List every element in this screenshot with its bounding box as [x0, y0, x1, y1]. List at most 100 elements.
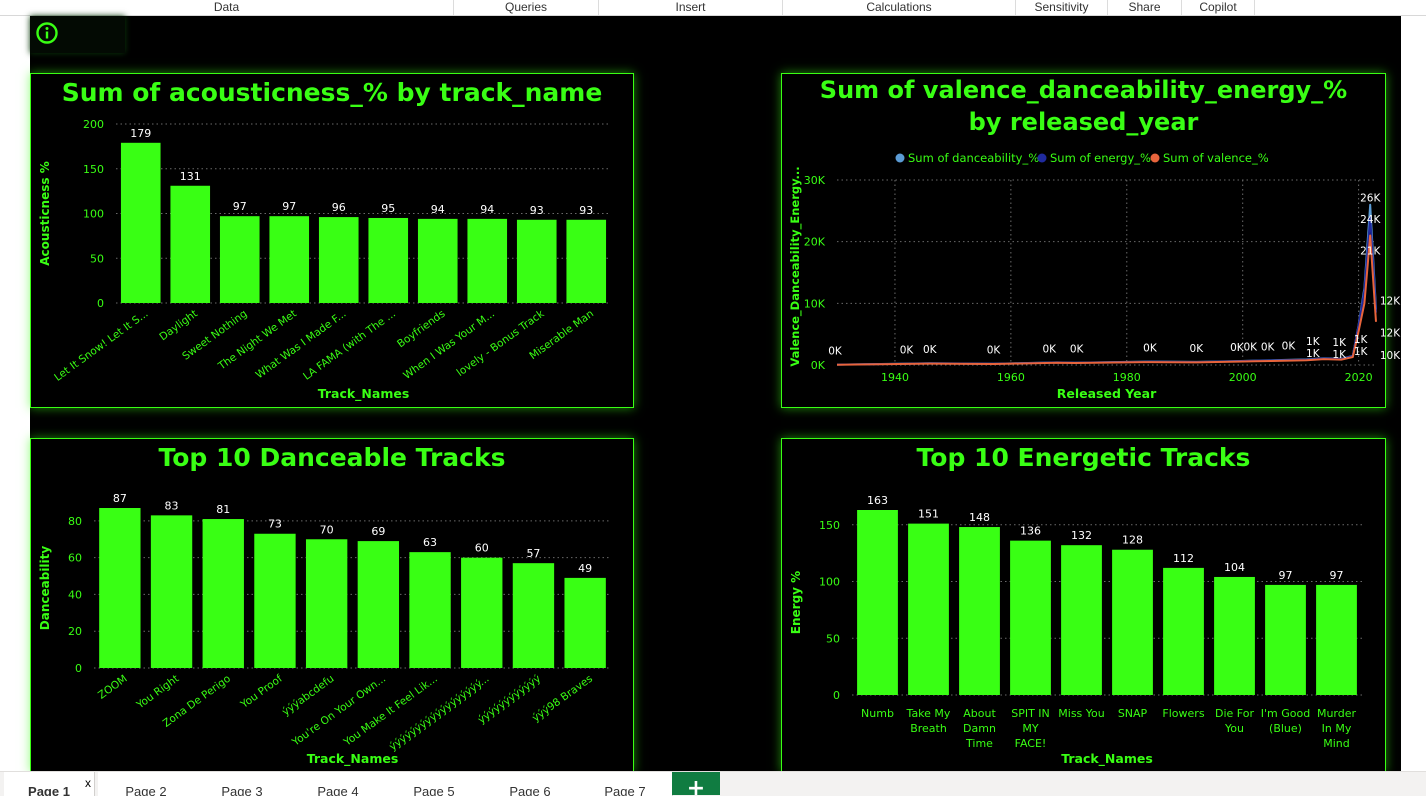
- tab-page-5[interactable]: Page 5: [386, 772, 483, 796]
- x-tick-label: ZOOM: [96, 673, 130, 702]
- data-label: 1K: [1306, 348, 1321, 360]
- bar: [150, 515, 193, 668]
- legend-label: Sum of valence_%: [1163, 151, 1269, 165]
- bar: [564, 577, 606, 668]
- data-label: 132: [1071, 529, 1092, 542]
- valence-danceability-energy-panel[interactable]: Sum of valence_danceability_energy_% by …: [781, 73, 1401, 408]
- danceable-bar-chart: 02040608087ZOOM83You Right81Zona De Peri…: [38, 492, 611, 767]
- y-tick-label: 100: [83, 208, 104, 221]
- x-tick-label: Die For: [1215, 707, 1254, 720]
- x-tick-label: I'm Good: [1261, 707, 1310, 720]
- data-label: 0K: [900, 345, 915, 357]
- y-tick-label: 150: [819, 519, 840, 532]
- x-tick-label: (Blue): [1269, 722, 1302, 735]
- x-tick-label: SPIT IN: [1011, 707, 1050, 720]
- ribbon-queries[interactable]: Queries: [454, 0, 598, 15]
- y-tick-label: 30K: [804, 174, 826, 187]
- x-tick-label: Daylight: [157, 308, 200, 344]
- data-label: 24K: [1360, 214, 1381, 226]
- x-tick-label: About: [963, 707, 996, 720]
- data-label: 1K: [1354, 346, 1369, 358]
- data-label: 0K: [828, 346, 843, 358]
- data-label: 94: [480, 203, 494, 216]
- top-energetic-panel[interactable]: Top 10 Energetic Tracks 0 50 100 150 163 Numb…: [781, 438, 1386, 772]
- y-tick-label: 10K: [804, 297, 826, 310]
- bar: [467, 218, 508, 303]
- x-tick-label: 2000: [1229, 371, 1257, 384]
- y-tick-label: 50: [826, 632, 840, 645]
- tab-page-2[interactable]: Page 2: [98, 772, 195, 796]
- data-label: 12K: [1380, 296, 1401, 308]
- add-page-button[interactable]: +: [672, 772, 720, 795]
- data-label: 97: [1279, 569, 1293, 582]
- data-label: 0K: [1070, 344, 1085, 356]
- y-tick-label: 20: [68, 625, 82, 638]
- ribbon-sensitivity[interactable]: Sensitivity: [1016, 0, 1107, 15]
- x-tick-label: You're On Your Own...: [289, 673, 388, 749]
- x-tick-label: 1980: [1113, 371, 1141, 384]
- data-label: 1K: [1306, 336, 1321, 348]
- acousticness-chart-panel[interactable]: Sum of acousticness_% by track_name 0 50 1…: [30, 73, 634, 408]
- x-tick-label: Time: [965, 737, 993, 750]
- y-axis-title: Valence_Danceability_Energy...: [788, 166, 803, 366]
- x-axis-title: Track_Names: [1061, 751, 1153, 767]
- data-label: 148: [969, 511, 990, 524]
- close-tab-icon[interactable]: x: [85, 776, 91, 790]
- info-circle-icon[interactable]: [36, 22, 58, 44]
- ribbon-copilot[interactable]: Copilot: [1182, 0, 1254, 15]
- data-label: 63: [423, 536, 437, 549]
- data-label: 95: [381, 202, 395, 215]
- x-tick-label: lovely - Bonus Track: [455, 307, 548, 379]
- bar: [1112, 549, 1153, 695]
- data-label: 49: [578, 562, 592, 575]
- ribbon-insert[interactable]: Insert: [599, 0, 782, 15]
- energetic-bar-chart: 0 50 100 150 163 Numb 151 Take My Breath 148 About…: [789, 494, 1362, 767]
- bar: [202, 519, 244, 668]
- tab-page-6[interactable]: Page 6: [482, 772, 579, 796]
- x-tick-label: Numb: [861, 707, 894, 720]
- data-label: 97: [282, 200, 296, 213]
- data-label: 0K: [1042, 343, 1057, 355]
- legend-label: Sum of danceability_%: [908, 151, 1039, 165]
- data-label: 97: [233, 200, 247, 213]
- ribbon-share[interactable]: Share: [1108, 0, 1181, 15]
- data-label: 0K: [923, 344, 938, 356]
- data-label: 93: [530, 204, 544, 217]
- data-label: 57: [526, 547, 540, 560]
- bar: [566, 219, 607, 303]
- bar: [318, 217, 359, 303]
- data-label: 0K: [1244, 342, 1259, 354]
- tab-page-4[interactable]: Page 4: [290, 772, 387, 796]
- x-tick-label: MY: [1022, 722, 1038, 735]
- released-year-line-chart: 0K 10K 20K 30K 1940 1960 1980 2000 2020 Sum of da…: [788, 151, 1401, 401]
- x-tick-label: Let It Snow! Let It S...: [52, 308, 150, 384]
- tab-page-7[interactable]: Page 7: [578, 772, 673, 796]
- data-label: 0K: [1190, 343, 1205, 355]
- data-label: 70: [320, 523, 334, 536]
- top-danceable-panel[interactable]: Top 10 Danceable Tracks 0 20 40 60 80 87 ZOOM 8…: [30, 438, 634, 772]
- data-label: 1K: [1332, 349, 1347, 361]
- bar: [1061, 545, 1102, 695]
- x-tick-label: Miss You: [1058, 707, 1104, 720]
- ribbon-menu: Data Queries Insert Calculations Sensiti…: [0, 0, 1426, 16]
- bar: [305, 539, 348, 668]
- bar: [1265, 584, 1306, 695]
- x-tick-label: SNAP: [1118, 707, 1148, 720]
- y-tick-label: 60: [68, 552, 82, 565]
- y-tick-label: 0K: [811, 359, 826, 372]
- ribbon-calculations[interactable]: Calculations: [783, 0, 1015, 15]
- x-tick-label: 2020: [1345, 371, 1373, 384]
- x-tick-label: You: [1224, 722, 1244, 735]
- tab-page-3[interactable]: Page 3: [194, 772, 291, 796]
- y-tick-label: 50: [90, 252, 104, 265]
- x-tick-label: In My: [1322, 722, 1352, 735]
- x-tick-label: LA FAMA (with The ...: [301, 308, 398, 383]
- data-label: 73: [268, 518, 282, 531]
- x-tick-label: Breath: [910, 722, 947, 735]
- y-tick-label: 0: [75, 662, 82, 675]
- tab-page-1[interactable]: Page 1: [4, 772, 95, 796]
- x-tick-label: Take My: [906, 707, 951, 720]
- ribbon-data[interactable]: Data: [0, 0, 453, 15]
- bar: [516, 219, 557, 303]
- data-label: 128: [1122, 534, 1143, 547]
